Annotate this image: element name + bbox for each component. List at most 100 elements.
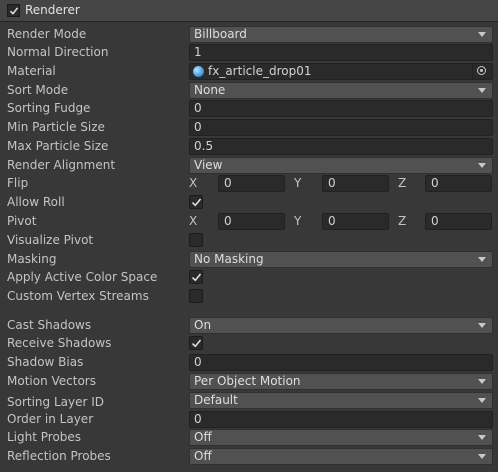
pivot-row: Pivot X 0 Y 0 Z 0 [0, 212, 498, 231]
render-mode-value: Billboard [194, 27, 247, 41]
custom-vertex-streams-checkbox[interactable] [189, 289, 203, 303]
sorting-fudge-field[interactable]: 0 [189, 100, 493, 117]
flip-z-label: Z [398, 176, 407, 190]
light-probes-row: Light Probes Off [0, 428, 498, 447]
order-in-layer-row: Order in Layer 0 [0, 410, 498, 429]
sort-mode-dropdown[interactable]: None [189, 82, 493, 99]
pivot-z-field[interactable]: 0 [425, 213, 492, 230]
sort-mode-value: None [194, 83, 226, 97]
render-alignment-value: View [194, 158, 223, 172]
receive-shadows-row: Receive Shadows [0, 334, 498, 353]
light-probes-dropdown[interactable]: Off [189, 429, 493, 446]
pivot-label: Pivot [7, 214, 37, 228]
shadow-bias-row: Shadow Bias 0 [0, 353, 498, 372]
order-in-layer-label: Order in Layer [7, 412, 94, 426]
cast-shadows-dropdown[interactable]: On [189, 317, 493, 334]
motion-vectors-row: Motion Vectors Per Object Motion [0, 372, 498, 391]
render-alignment-dropdown[interactable]: View [189, 157, 493, 174]
masking-row: Masking No Masking [0, 250, 498, 269]
pivot-x-label: X [189, 214, 198, 228]
reflection-probes-label: Reflection Probes [7, 449, 111, 463]
render-mode-label: Render Mode [7, 27, 87, 41]
motion-vectors-dropdown[interactable]: Per Object Motion [189, 373, 493, 390]
cast-shadows-row: Cast Shadows On [0, 316, 498, 335]
dropdown-arrow-icon [478, 257, 486, 262]
cast-shadows-label: Cast Shadows [7, 318, 92, 332]
pivot-z-label: Z [398, 214, 407, 228]
custom-vertex-streams-row: Custom Vertex Streams [0, 287, 498, 306]
reflection-probes-value: Off [194, 449, 212, 463]
motion-vectors-label: Motion Vectors [7, 374, 96, 388]
visualize-pivot-checkbox[interactable] [189, 233, 203, 247]
flip-y-field[interactable]: 0 [322, 175, 389, 192]
receive-shadows-label: Receive Shadows [7, 336, 112, 350]
sorting-layer-id-value: Default [194, 393, 238, 407]
material-object-field[interactable]: fx_article_drop01 [189, 63, 493, 80]
material-label: Material [7, 64, 56, 78]
renderer-enabled-checkbox[interactable] [7, 4, 20, 17]
allow-roll-row: Allow Roll [0, 193, 498, 212]
dropdown-arrow-icon [478, 323, 486, 328]
render-alignment-row: Render Alignment View [0, 156, 498, 175]
normal-direction-field[interactable]: 1 [189, 44, 493, 61]
custom-vertex-streams-label: Custom Vertex Streams [7, 289, 149, 303]
flip-z-field[interactable]: 0 [425, 175, 492, 192]
masking-value: No Masking [194, 252, 264, 266]
pivot-x-field[interactable]: 0 [218, 213, 285, 230]
dropdown-arrow-icon [478, 32, 486, 37]
dropdown-arrow-icon [478, 163, 486, 168]
renderer-inspector-panel: Renderer Render Mode Billboard Normal Di… [0, 0, 498, 472]
cast-shadows-value: On [194, 318, 212, 332]
shadow-bias-label: Shadow Bias [7, 355, 84, 369]
light-probes-label: Light Probes [7, 430, 82, 444]
flip-x-field[interactable]: 0 [218, 175, 285, 192]
render-alignment-label: Render Alignment [7, 158, 116, 172]
object-picker-button[interactable] [472, 64, 491, 79]
material-row: Material fx_article_drop01 [0, 62, 498, 81]
flip-y-label: Y [294, 176, 302, 190]
receive-shadows-checkbox[interactable] [189, 336, 203, 350]
shadow-bias-field[interactable]: 0 [189, 354, 493, 371]
dropdown-arrow-icon [478, 398, 486, 403]
light-probes-value: Off [194, 430, 212, 444]
max-particle-size-label: Max Particle Size [7, 139, 109, 153]
motion-vectors-value: Per Object Motion [194, 374, 301, 388]
pivot-y-field[interactable]: 0 [322, 213, 389, 230]
sorting-layer-id-dropdown[interactable]: Default [189, 392, 493, 409]
masking-label: Masking [7, 252, 57, 266]
apply-active-color-space-checkbox[interactable] [189, 270, 203, 284]
checkmark-icon [9, 7, 19, 15]
max-particle-size-field[interactable]: 0.5 [189, 138, 493, 155]
reflection-probes-dropdown[interactable]: Off [189, 448, 493, 465]
normal-direction-label: Normal Direction [7, 45, 109, 59]
order-in-layer-field[interactable]: 0 [189, 411, 493, 428]
min-particle-size-label: Min Particle Size [7, 120, 105, 134]
normal-direction-row: Normal Direction 1 [0, 43, 498, 62]
material-name: fx_article_drop01 [208, 64, 312, 78]
min-particle-size-field[interactable]: 0 [189, 119, 493, 136]
max-particle-size-row: Max Particle Size 0.5 [0, 137, 498, 156]
render-mode-dropdown[interactable]: Billboard [189, 26, 493, 43]
allow-roll-label: Allow Roll [7, 195, 65, 209]
masking-dropdown[interactable]: No Masking [189, 251, 493, 268]
sorting-fudge-label: Sorting Fudge [7, 101, 91, 115]
apply-active-color-space-label: Apply Active Color Space [7, 270, 158, 284]
material-sphere-icon [193, 66, 204, 77]
dropdown-arrow-icon [478, 454, 486, 459]
sort-mode-label: Sort Mode [7, 83, 69, 97]
flip-row: Flip X 0 Y 0 Z 0 [0, 174, 498, 193]
apply-active-color-space-row: Apply Active Color Space [0, 268, 498, 287]
renderer-header[interactable]: Renderer [0, 0, 498, 22]
sorting-layer-id-row: Sorting Layer ID Default [0, 391, 498, 410]
min-particle-size-row: Min Particle Size 0 [0, 118, 498, 137]
visualize-pivot-label: Visualize Pivot [7, 233, 94, 247]
sorting-fudge-row: Sorting Fudge 0 [0, 99, 498, 118]
renderer-title: Renderer [25, 3, 80, 17]
checkmark-icon [191, 273, 202, 282]
sort-mode-row: Sort Mode None [0, 81, 498, 100]
allow-roll-checkbox[interactable] [189, 195, 203, 209]
flip-label: Flip [7, 176, 29, 190]
pivot-y-label: Y [294, 214, 302, 228]
dropdown-arrow-icon [478, 379, 486, 384]
reflection-probes-row: Reflection Probes Off [0, 447, 498, 466]
